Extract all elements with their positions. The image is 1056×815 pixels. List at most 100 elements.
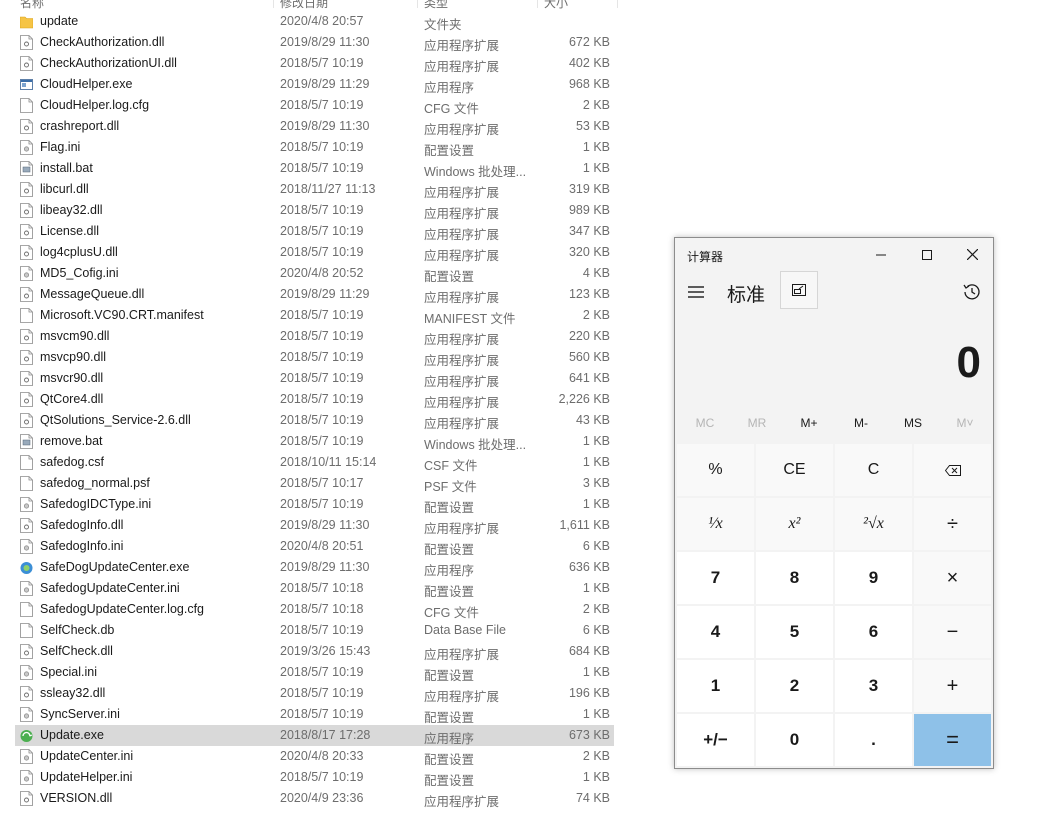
file-row[interactable]: QtSolutions_Service-2.6.dll 2018/5/7 10:1… (15, 410, 614, 431)
memory-button-ms[interactable]: MS (887, 416, 939, 430)
file-row[interactable]: Microsoft.VC90.CRT.manifest 2018/5/7 10:1… (15, 305, 614, 326)
file-row[interactable]: UpdateHelper.ini 2018/5/7 10:19 配置设置 1 KB (15, 767, 614, 788)
digit-5-button[interactable]: 5 (756, 606, 833, 658)
history-button[interactable] (961, 281, 983, 303)
percent-button[interactable]: % (677, 444, 754, 496)
decimal-button[interactable]: . (835, 714, 912, 766)
file-row[interactable]: msvcr90.dll 2018/5/7 10:19 应用程序扩展 641 KB (15, 368, 614, 389)
file-type: CFG 文件 (424, 102, 479, 116)
file-row[interactable]: update 2020/4/8 20:57 文件夹 (15, 11, 614, 32)
file-row[interactable]: safedog_normal.psf 2018/5/7 10:17 PSF 文件 3 … (15, 473, 614, 494)
dll-file-icon (20, 182, 33, 197)
backspace-button[interactable] (914, 444, 991, 496)
digit-1-button[interactable]: 1 (677, 660, 754, 712)
maximize-button[interactable] (904, 238, 950, 271)
file-date: 2018/5/7 10:19 (280, 140, 364, 154)
navigation-menu-button[interactable] (685, 281, 707, 303)
file-row[interactable]: Flag.ini 2018/5/7 10:19 配置设置 1 KB (15, 137, 614, 158)
reciprocal-button[interactable]: ¹⁄x (677, 498, 754, 550)
memory-button-mr[interactable]: MR (731, 416, 783, 430)
calculator-titlebar[interactable]: 计算器 (675, 238, 993, 271)
file-row[interactable]: SafedogUpdateCenter.log.cfg 2018/5/7 10:1… (15, 599, 614, 620)
memory-button-mx[interactable]: M+ (783, 416, 835, 430)
file-row[interactable]: msvcm90.dll 2018/5/7 10:19 应用程序扩展 220 KB (15, 326, 614, 347)
digit-7-button[interactable]: 7 (677, 552, 754, 604)
file-type: 配置设置 (424, 585, 475, 599)
column-header-type[interactable]: 类型 (424, 0, 448, 11)
file-row[interactable]: SafedogInfo.dll 2019/8/29 11:30 应用程序扩展 1,61… (15, 515, 614, 536)
bat-file-icon (20, 161, 33, 176)
equals-button[interactable]: = (914, 714, 991, 766)
file-row[interactable]: Special.ini 2018/5/7 10:19 配置设置 1 KB (15, 662, 614, 683)
file-name: log4cplusU.dll (40, 245, 118, 259)
file-row[interactable]: libcurl.dll 2018/11/27 11:13 应用程序扩展 319 KB (15, 179, 614, 200)
multiply-button[interactable]: × (914, 552, 991, 604)
file-row[interactable]: QtCore4.dll 2018/5/7 10:19 应用程序扩展 2,226 KB (15, 389, 614, 410)
file-name: msvcm90.dll (40, 329, 110, 343)
file-row[interactable]: SafeDogUpdateCenter.exe 2019/8/29 11:30 应用… (15, 557, 614, 578)
file-type: 应用程序扩展 (424, 396, 500, 410)
file-row[interactable]: CheckAuthorizationUI.dll 2018/5/7 10:19 应用… (15, 53, 614, 74)
digit-4-button[interactable]: 4 (677, 606, 754, 658)
file-row[interactable]: SafedogIDCType.ini 2018/5/7 10:19 配置设置 1 KB (15, 494, 614, 515)
file-type: 应用程序扩展 (424, 354, 500, 368)
digit-2-button[interactable]: 2 (756, 660, 833, 712)
clear-entry-button[interactable]: CE (756, 444, 833, 496)
file-row[interactable]: safedog.csf 2018/10/11 15:14 CSF 文件 1 KB (15, 452, 614, 473)
file-row[interactable]: remove.bat 2018/5/7 10:19 Windows 批处理... 1 … (15, 431, 614, 452)
file-type: 应用程序扩展 (424, 375, 500, 389)
square-button[interactable]: x² (756, 498, 833, 550)
memory-button-mx[interactable]: M˅ (939, 416, 991, 430)
file-size: 560 KB (568, 350, 610, 364)
file-row[interactable]: SafedogInfo.ini 2020/4/8 20:51 配置设置 6 KB (15, 536, 614, 557)
file-row[interactable]: CloudHelper.exe 2019/8/29 11:29 应用程序 968 KB (15, 74, 614, 95)
file-row[interactable]: msvcp90.dll 2018/5/7 10:19 应用程序扩展 560 KB (15, 347, 614, 368)
file-row[interactable]: CheckAuthorization.dll 2019/8/29 11:30 应用程… (15, 32, 614, 53)
file-row[interactable]: License.dll 2018/5/7 10:19 应用程序扩展 347 KB (15, 221, 614, 242)
file-name: CloudHelper.log.cfg (40, 98, 150, 112)
negate-button[interactable]: +/− (677, 714, 754, 766)
file-row[interactable]: SelfCheck.db 2018/5/7 10:19 Data Base File… (15, 620, 614, 641)
folder-icon (20, 16, 33, 29)
file-row[interactable]: libeay32.dll 2018/5/7 10:19 应用程序扩展 989 KB (15, 200, 614, 221)
file-row[interactable]: UpdateCenter.ini 2020/4/8 20:33 配置设置 2 KB (15, 746, 614, 767)
clear-button[interactable]: C (835, 444, 912, 496)
file-row[interactable]: install.bat 2018/5/7 10:19 Windows 批处理... 1… (15, 158, 614, 179)
file-row[interactable]: SyncServer.ini 2018/5/7 10:19 配置设置 1 KB (15, 704, 614, 725)
memory-button-mc[interactable]: MC (679, 416, 731, 430)
file-date: 2020/4/8 20:57 (280, 14, 364, 28)
file-row[interactable]: MessageQueue.dll 2019/8/29 11:29 应用程序扩展 123… (15, 284, 614, 305)
file-row[interactable]: CloudHelper.log.cfg 2018/5/7 10:19 CFG 文件 2… (15, 95, 614, 116)
file-name: libcurl.dll (40, 182, 89, 196)
file-row[interactable]: log4cplusU.dll 2018/5/7 10:19 应用程序扩展 320 KB (15, 242, 614, 263)
column-header-date[interactable]: 修改日期 (280, 0, 328, 11)
digit-6-button[interactable]: 6 (835, 606, 912, 658)
file-row[interactable]: Update.exe 2018/8/17 17:28 应用程序 673 KB (15, 725, 614, 746)
add-button[interactable]: + (914, 660, 991, 712)
file-date: 2018/8/17 17:28 (280, 728, 371, 742)
memory-button-mx[interactable]: M- (835, 416, 887, 430)
square-root-button[interactable]: ²√x (835, 498, 912, 550)
divide-button[interactable]: ÷ (914, 498, 991, 550)
file-row[interactable]: VERSION.dll 2020/4/9 23:36 应用程序扩展 74 KB (15, 788, 614, 809)
file-row[interactable]: crashreport.dll 2019/8/29 11:30 应用程序扩展 53 K… (15, 116, 614, 137)
column-header-name[interactable]: 名称 (20, 0, 44, 11)
column-header-size[interactable]: 大小 (544, 0, 568, 11)
file-row[interactable]: ssleay32.dll 2018/5/7 10:19 应用程序扩展 196 KB (15, 683, 614, 704)
file-row[interactable]: MD5_Cofig.ini 2020/4/8 20:52 配置设置 4 KB (15, 263, 614, 284)
mode-bar: 标准 (675, 271, 993, 315)
keep-on-top-button[interactable] (780, 271, 818, 309)
digit-8-button[interactable]: 8 (756, 552, 833, 604)
digit-3-button[interactable]: 3 (835, 660, 912, 712)
file-row[interactable]: SelfCheck.dll 2019/3/26 15:43 应用程序扩展 684 KB (15, 641, 614, 662)
close-button[interactable] (949, 238, 995, 271)
dll-file-icon (20, 203, 33, 218)
dll-file-icon (20, 287, 33, 302)
digit-9-button[interactable]: 9 (835, 552, 912, 604)
exe-file-icon (20, 79, 33, 90)
equals-button-label: = (946, 727, 959, 752)
minimize-button[interactable] (858, 238, 904, 271)
subtract-button[interactable]: − (914, 606, 991, 658)
digit-0-button[interactable]: 0 (756, 714, 833, 766)
file-row[interactable]: SafedogUpdateCenter.ini 2018/5/7 10:18 配置设… (15, 578, 614, 599)
